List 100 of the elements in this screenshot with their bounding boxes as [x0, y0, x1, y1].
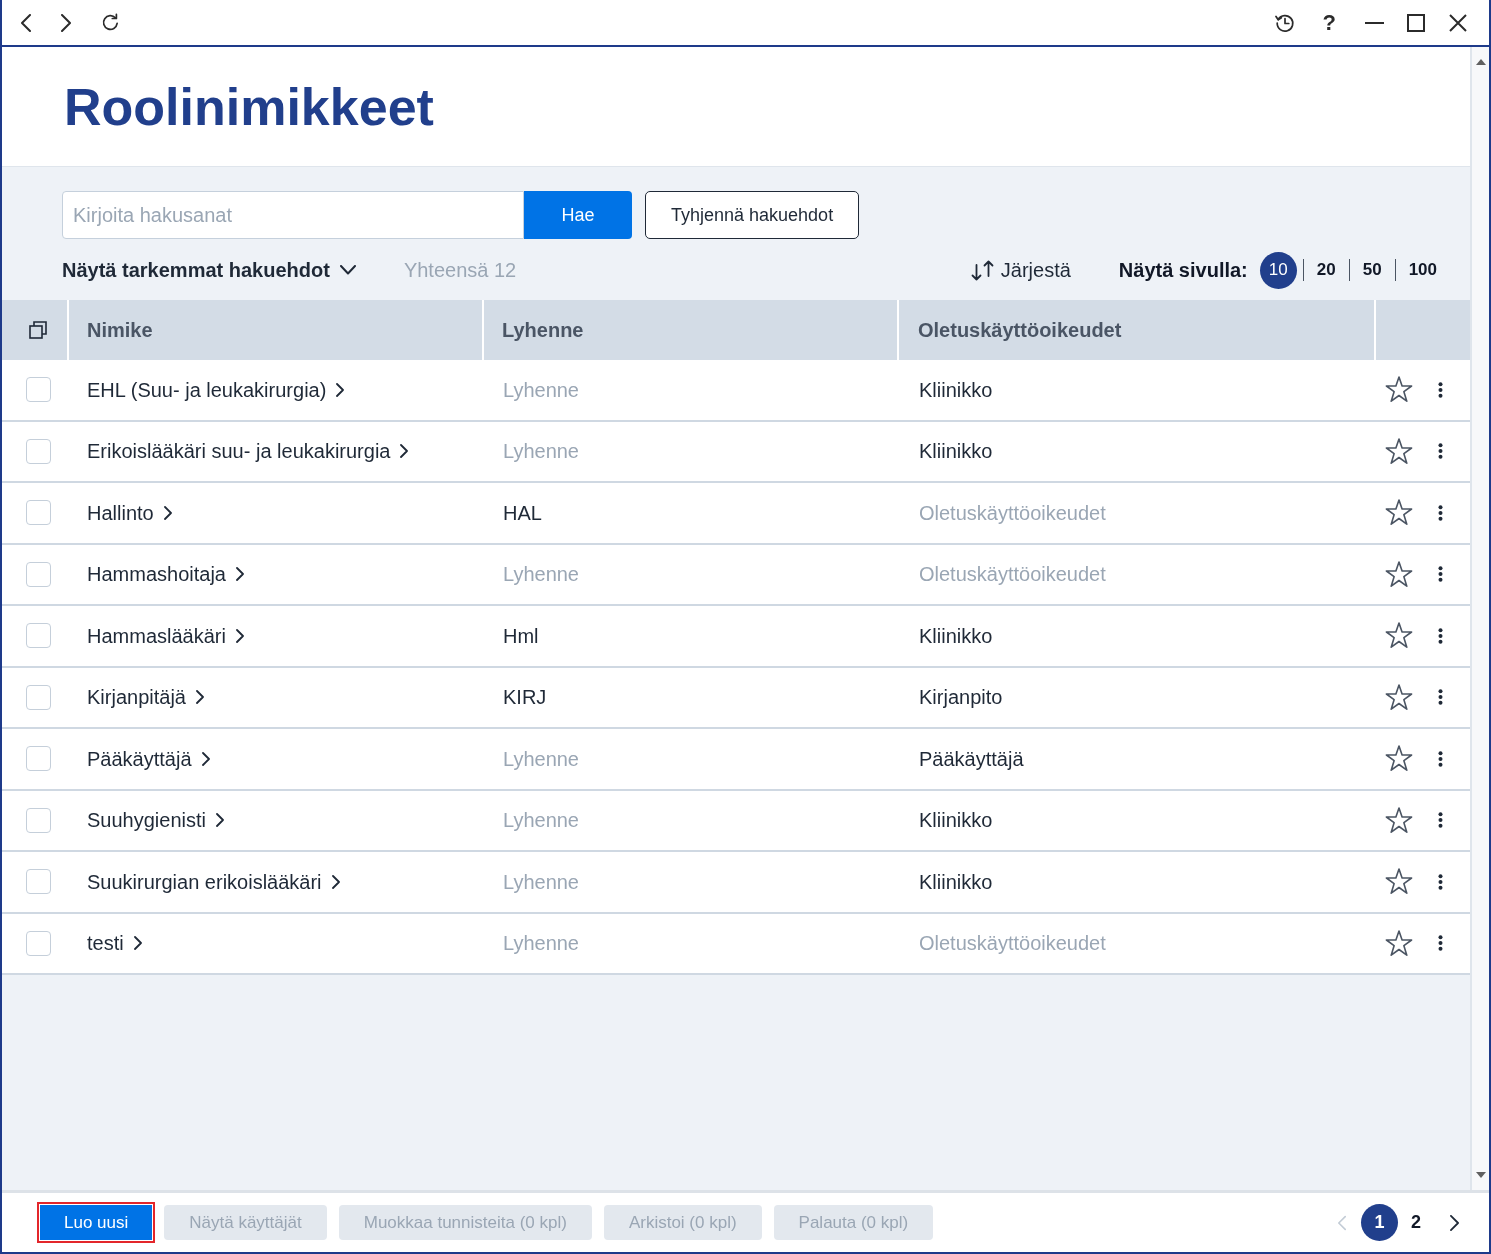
abbreviation-text: Lyhenne [503, 932, 579, 955]
default-rights-text: Oletuskäyttöoikeudet [919, 932, 1106, 955]
kebab-menu-icon[interactable] [1438, 873, 1443, 890]
abbreviation-text: Lyhenne [503, 747, 579, 770]
star-icon[interactable] [1385, 437, 1413, 465]
total-count: Yhteensä 12 [403, 258, 517, 283]
kebab-menu-icon[interactable] [1438, 627, 1443, 644]
column-header[interactable]: Nimike [87, 315, 153, 345]
scroll-down-arrow-icon[interactable] [1475, 1172, 1486, 1178]
chevron-right-icon [331, 874, 340, 889]
star-icon[interactable] [1385, 499, 1413, 527]
row-checkbox[interactable] [26, 377, 51, 403]
kebab-menu-icon[interactable] [1438, 443, 1443, 460]
abbreviation-text: Lyhenne [503, 378, 579, 401]
advanced-search-toggle[interactable]: Näytä tarkemmat hakuehdot [62, 255, 356, 285]
kebab-menu-icon[interactable] [1438, 566, 1443, 583]
default-rights-text: Pääkäyttäjä [919, 747, 1024, 770]
row-checkbox[interactable] [26, 623, 51, 649]
chevron-right-icon [163, 505, 172, 520]
kebab-menu-icon[interactable] [1438, 504, 1443, 521]
column-header[interactable]: Lyhenne [502, 315, 584, 345]
clear-filters-button[interactable]: Tyhjennä hakuehdot [645, 191, 860, 239]
scrollbar[interactable] [1470, 47, 1489, 1190]
role-link[interactable]: testi [87, 928, 142, 959]
role-link[interactable]: Kirjanpitäjä [87, 682, 204, 713]
chevron-right-icon [133, 936, 142, 951]
scroll-up-arrow-icon[interactable] [1475, 59, 1486, 65]
star-icon[interactable] [1385, 622, 1413, 650]
search-button[interactable]: Hae [524, 191, 632, 239]
action-button[interactable]: Luo uusi [40, 1205, 153, 1240]
refresh-icon[interactable] [101, 13, 120, 32]
star-icon[interactable] [1385, 560, 1413, 588]
page-number[interactable]: 2 [1398, 1204, 1434, 1241]
chevron-right-icon [235, 567, 244, 582]
default-rights-text: Kliinikko [919, 809, 993, 832]
abbreviation-text: Lyhenne [503, 440, 579, 463]
abbreviation-text: HAL [503, 501, 542, 524]
abbreviation-text: Hml [503, 624, 539, 647]
chevron-left-icon[interactable] [21, 13, 31, 32]
default-rights-text: Kliinikko [919, 378, 993, 401]
close-icon[interactable] [1449, 13, 1467, 32]
row-checkbox[interactable] [26, 807, 51, 833]
chevron-right-icon[interactable] [61, 13, 71, 32]
chevron-right-icon[interactable] [1450, 1214, 1459, 1231]
page-number[interactable]: 1 [1361, 1204, 1398, 1241]
sort-button[interactable]: Järjestä [970, 255, 1071, 285]
abbreviation-text: Lyhenne [503, 809, 579, 832]
role-link[interactable]: EHL (Suu- ja leukakirurgia) [87, 374, 345, 405]
role-link[interactable]: Erikoislääkäri suu- ja leukakirurgia [87, 436, 409, 467]
page-size-option[interactable]: 10 [1259, 251, 1297, 289]
abbreviation-text: Lyhenne [503, 563, 579, 586]
search-field[interactable]: Kirjoita hakusanat [62, 191, 524, 239]
kebab-menu-icon[interactable] [1438, 750, 1443, 767]
default-rights-text: Oletuskäyttöoikeudet [919, 563, 1106, 586]
row-checkbox[interactable] [26, 500, 51, 526]
role-link[interactable]: Suuhygienisti [87, 805, 224, 836]
star-icon[interactable] [1385, 806, 1413, 834]
page-size-option[interactable]: 50 [1349, 251, 1395, 289]
star-icon[interactable] [1385, 376, 1413, 404]
kebab-menu-icon[interactable] [1438, 812, 1443, 829]
default-rights-text: Kliinikko [919, 624, 993, 647]
role-link[interactable]: Suukirurgian erikoislääkäri [87, 866, 340, 897]
abbreviation-text: KIRJ [503, 686, 547, 709]
chevron-right-icon [235, 628, 244, 643]
page-size-option[interactable]: 100 [1395, 251, 1450, 289]
chevron-right-icon [336, 382, 345, 397]
clock-arrow-icon[interactable] [1274, 12, 1295, 33]
default-rights-text: Kliinikko [919, 870, 993, 893]
role-link[interactable]: Hammaslääkäri [87, 620, 244, 651]
page-title: Roolinimikkeet [64, 80, 434, 133]
minimize-icon[interactable] [1365, 21, 1384, 24]
default-rights-text: Oletuskäyttöoikeudet [919, 501, 1106, 524]
abbreviation-text: Lyhenne [503, 870, 579, 893]
star-icon[interactable] [1385, 929, 1413, 957]
role-link[interactable]: Hammashoitaja [87, 559, 244, 590]
maximize-icon[interactable] [1407, 13, 1425, 32]
kebab-menu-icon[interactable] [1438, 935, 1443, 952]
row-checkbox[interactable] [26, 930, 51, 956]
chevron-right-icon [400, 444, 409, 459]
star-icon[interactable] [1385, 745, 1413, 773]
stacked-squares-icon[interactable] [29, 321, 47, 339]
star-icon[interactable] [1385, 683, 1413, 711]
row-checkbox[interactable] [26, 438, 51, 464]
help-button[interactable]: ? [1320, 11, 1338, 34]
chevron-right-icon [195, 690, 204, 705]
role-link[interactable]: Hallinto [87, 497, 172, 528]
row-checkbox[interactable] [26, 684, 51, 710]
page-size-option[interactable]: 20 [1303, 251, 1349, 289]
row-checkbox[interactable] [26, 746, 51, 772]
star-icon[interactable] [1385, 868, 1413, 896]
default-rights-text: Kliinikko [919, 440, 993, 463]
kebab-menu-icon[interactable] [1438, 381, 1443, 398]
row-checkbox[interactable] [26, 869, 51, 895]
default-rights-text: Kirjanpito [919, 686, 1003, 709]
chevron-right-icon [201, 751, 210, 766]
row-checkbox[interactable] [26, 561, 51, 587]
kebab-menu-icon[interactable] [1438, 689, 1443, 706]
role-link[interactable]: Pääkäyttäjä [87, 743, 210, 774]
sort-arrows-icon [970, 259, 994, 281]
column-header[interactable]: Oletuskäyttöoikeudet [918, 315, 1122, 345]
